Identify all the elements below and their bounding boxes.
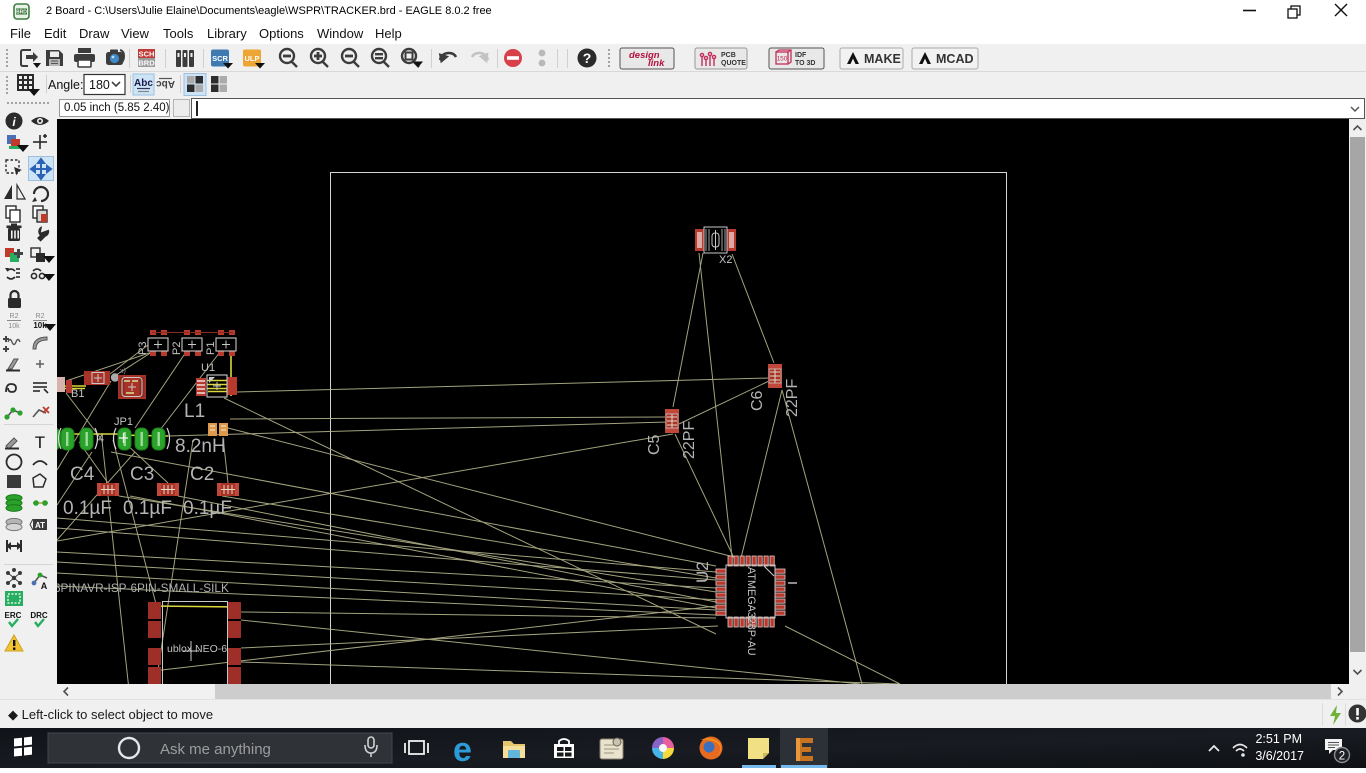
- svg-text:3/6/2017: 3/6/2017: [1255, 749, 1304, 763]
- svg-text:0.1µF: 0.1µF: [123, 498, 172, 519]
- svg-text:IDF: IDF: [795, 52, 807, 59]
- svg-text:C4: C4: [70, 464, 95, 485]
- svg-text:C6: C6: [749, 390, 766, 411]
- svg-text:2:51 PM: 2:51 PM: [1255, 732, 1302, 746]
- svg-text:TO 3D: TO 3D: [795, 60, 816, 67]
- svg-text:10k: 10k: [8, 323, 20, 330]
- svg-text:BRD: BRD: [16, 10, 27, 16]
- svg-text:x): x): [120, 368, 126, 375]
- svg-text:22PF: 22PF: [784, 379, 801, 417]
- svg-text:DRC: DRC: [30, 611, 48, 620]
- svg-text:R2: R2: [10, 313, 19, 320]
- svg-text:SCR: SCR: [212, 54, 228, 63]
- svg-text:AT: AT: [35, 521, 45, 530]
- svg-text:L1: L1: [184, 401, 205, 422]
- svg-text:?: ?: [583, 50, 592, 66]
- svg-text:10k: 10k: [33, 321, 47, 330]
- svg-text:Angle:: Angle:: [48, 78, 83, 92]
- svg-text:8.2nH: 8.2nH: [175, 436, 226, 457]
- svg-text:A: A: [41, 581, 48, 591]
- svg-text:180: 180: [89, 78, 110, 92]
- svg-text:C5: C5: [646, 434, 663, 455]
- svg-text:R2: R2: [36, 313, 45, 320]
- svg-text:22PF: 22PF: [681, 421, 698, 459]
- svg-text:ERC: ERC: [5, 611, 22, 620]
- svg-text:SCH: SCH: [139, 49, 155, 58]
- svg-text:0.1µF: 0.1µF: [63, 498, 112, 519]
- svg-text:Abc: Abc: [156, 78, 175, 89]
- svg-text:MAKE: MAKE: [864, 52, 901, 66]
- svg-text:B1: B1: [71, 388, 84, 400]
- svg-text:Abc: Abc: [134, 78, 153, 89]
- svg-text:ublox NEO-6: ublox NEO-6: [167, 643, 227, 655]
- svg-text:P3: P3: [137, 342, 149, 355]
- svg-text:6PINAVR-ISP-6PIN-SMALL-SILK: 6PINAVR-ISP-6PIN-SMALL-SILK: [57, 581, 229, 595]
- svg-text:link: link: [648, 58, 665, 69]
- svg-text:PCB: PCB: [721, 52, 736, 59]
- svg-text:QUOTE: QUOTE: [721, 60, 746, 67]
- svg-text:C3: C3: [130, 464, 154, 485]
- svg-text:Ask me anything: Ask me anything: [160, 741, 271, 758]
- svg-text:U1: U1: [201, 362, 215, 374]
- svg-text:2: 2: [1339, 751, 1345, 763]
- svg-text:C2: C2: [190, 464, 214, 485]
- svg-text:BRD: BRD: [138, 58, 155, 67]
- svg-text:T: T: [35, 433, 45, 452]
- svg-text:ATMEGA328P-AU: ATMEGA328P-AU: [745, 567, 757, 656]
- svg-text:P2: P2: [171, 342, 183, 355]
- svg-text:ULP: ULP: [245, 54, 260, 63]
- svg-text:MCAD: MCAD: [936, 52, 974, 66]
- svg-text:X2: X2: [719, 254, 732, 266]
- svg-text:e: e: [453, 731, 472, 768]
- svg-text:JP1: JP1: [114, 416, 133, 428]
- svg-text:150: 150: [777, 56, 788, 63]
- svg-text:P1: P1: [205, 342, 217, 355]
- svg-text:0.1µF: 0.1µF: [183, 498, 232, 519]
- svg-text:U2: U2: [693, 561, 712, 583]
- svg-text:4: 4: [98, 433, 104, 445]
